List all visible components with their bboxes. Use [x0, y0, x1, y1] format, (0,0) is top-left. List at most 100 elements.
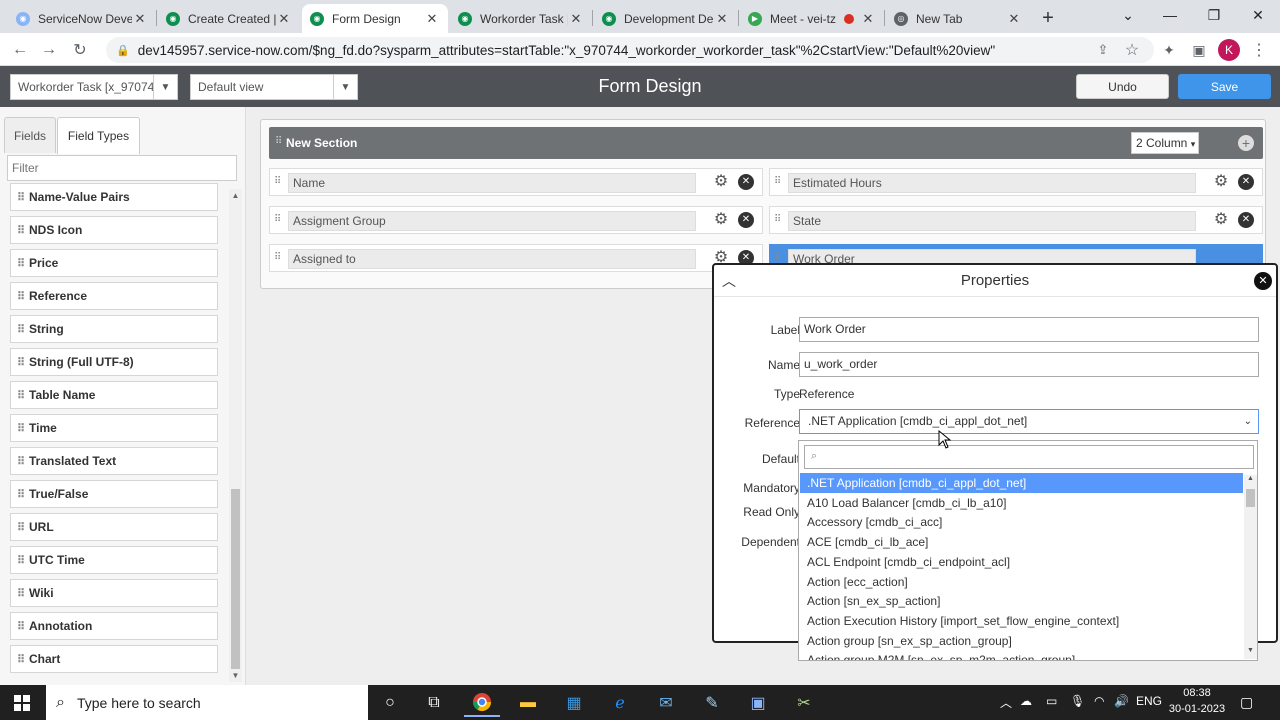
extensions-puzzle-icon[interactable]: ✦ — [1158, 39, 1180, 61]
network-status-icon[interactable]: ☁ — [1020, 694, 1032, 708]
table-select[interactable]: Workorder Task [x_970744 ▼ — [10, 74, 178, 100]
field-type-item[interactable]: ⠿ Translated Text — [10, 447, 218, 475]
close-tab-icon[interactable]: ✕ — [714, 11, 730, 27]
save-button[interactable]: Save — [1178, 74, 1271, 99]
browser-tab[interactable]: ◉ ServiceNow Deve ✕ — [8, 4, 156, 33]
drag-handle-icon[interactable]: ⠿ — [274, 214, 281, 225]
taskbar-search-box[interactable]: ⌕ Type here to search — [46, 685, 368, 720]
notepad-icon[interactable]: ✎ — [694, 689, 730, 717]
edge-icon[interactable]: ℯ — [602, 689, 638, 717]
store-icon[interactable]: ▦ — [556, 689, 592, 717]
field-type-item[interactable]: ⠿ Name-Value Pairs — [10, 183, 218, 211]
notifications-icon[interactable]: ▢ — [1240, 694, 1253, 711]
scroll-down-icon[interactable]: ▼ — [1244, 647, 1257, 659]
browser-tab[interactable]: ◎ New Tab ✕ — [886, 4, 1030, 33]
field-type-item[interactable]: ⠿ True/False — [10, 480, 218, 508]
close-tab-icon[interactable]: ✕ — [276, 11, 292, 27]
dropdown-option[interactable]: A10 Load Balancer [cmdb_ci_lb_a10] — [800, 493, 1243, 513]
dropdown-option[interactable]: Action group [sn_ex_sp_action_group] — [800, 631, 1243, 651]
snip-tool-icon[interactable]: ✂ — [786, 689, 822, 717]
tab-fields[interactable]: Fields — [4, 117, 56, 153]
language-indicator[interactable]: ENG — [1136, 694, 1162, 708]
chrome-menu-icon[interactable]: ⋮ — [1248, 39, 1270, 61]
remove-field-icon[interactable]: ✕ — [1238, 174, 1254, 190]
dropdown-scrollbar[interactable]: ▲ ▼ — [1244, 475, 1257, 659]
mail-icon[interactable]: ✉ — [648, 689, 684, 717]
drag-handle-icon[interactable]: ⠿ — [774, 176, 781, 187]
close-tab-icon[interactable]: ✕ — [568, 11, 584, 27]
drag-handle-icon[interactable]: ⠿ — [274, 176, 281, 187]
field-type-item[interactable]: ⠿ Chart — [10, 645, 218, 673]
filter-input[interactable] — [7, 155, 237, 181]
field-type-item[interactable]: ⠿ UTC Time — [10, 546, 218, 574]
collapse-chevron-up-icon[interactable]: ︿ — [722, 271, 736, 291]
close-window-button[interactable]: ✕ — [1236, 0, 1280, 30]
field-type-item[interactable]: ⠿ Wiki — [10, 579, 218, 607]
field-type-item[interactable]: ⠿ Time — [10, 414, 218, 442]
scrollbar-thumb[interactable] — [1246, 489, 1255, 507]
side-panel-icon[interactable]: ▣ — [1188, 39, 1210, 61]
browser-tab-active[interactable]: ◉ Form Design ✕ — [302, 4, 448, 33]
microphone-icon[interactable]: 🎙 — [1070, 694, 1085, 708]
battery-icon[interactable]: ▭ — [1046, 694, 1057, 708]
section-header[interactable]: ⠿ New Section 2 Column ▾ + — [269, 127, 1263, 159]
field-type-item[interactable]: ⠿ String — [10, 315, 218, 343]
field-type-item[interactable]: ⠿ NDS Icon — [10, 216, 218, 244]
file-explorer-icon[interactable]: ▬ — [510, 689, 546, 717]
close-tab-icon[interactable]: ✕ — [132, 11, 148, 27]
camera-app-icon[interactable]: ▣ — [740, 689, 776, 717]
tab-field-types[interactable]: Field Types — [57, 117, 140, 154]
remove-field-icon[interactable]: ✕ — [1238, 212, 1254, 228]
forward-arrow-icon[interactable]: → — [38, 39, 60, 61]
form-field[interactable]: ⠿ State ⚙ ✕ — [769, 206, 1263, 234]
reference-select[interactable]: .NET Application [cmdb_ci_appl_dot_net] … — [799, 409, 1259, 434]
chrome-taskbar-icon[interactable] — [464, 689, 500, 717]
field-type-item[interactable]: ⠿ Price — [10, 249, 218, 277]
gear-icon[interactable]: ⚙ — [712, 211, 730, 229]
bookmark-star-icon[interactable]: ☆ — [1121, 39, 1143, 61]
gear-icon[interactable]: ⚙ — [1212, 211, 1230, 229]
form-field[interactable]: ⠿ Name ⚙ ✕ — [269, 168, 763, 196]
close-tab-icon[interactable]: ✕ — [424, 11, 440, 27]
scroll-up-icon[interactable]: ▲ — [1244, 475, 1257, 487]
volume-icon[interactable]: 🔊 — [1114, 694, 1129, 708]
dropdown-option[interactable]: Accessory [cmdb_ci_acc] — [800, 512, 1243, 532]
drag-handle-icon[interactable]: ⠿ — [774, 214, 781, 225]
back-arrow-icon[interactable]: ← — [9, 39, 31, 61]
add-section-icon[interactable]: + — [1238, 135, 1254, 151]
field-type-item[interactable]: ⠿ Annotation — [10, 612, 218, 640]
wifi-icon[interactable]: ◠ — [1094, 694, 1104, 708]
field-type-item[interactable]: ⠿ Table Name — [10, 381, 218, 409]
dropdown-option[interactable]: ACL Endpoint [cmdb_ci_endpoint_acl] — [800, 552, 1243, 572]
scroll-up-icon[interactable]: ▲ — [229, 189, 242, 203]
browser-tab[interactable]: ▶ Meet - vei-tz ✕ — [740, 4, 884, 33]
drag-handle-icon[interactable]: ⠿ — [774, 252, 781, 263]
dropdown-option[interactable]: Action group M2M [sn_ex_sp_m2m_action_gr… — [800, 650, 1243, 660]
gear-icon[interactable]: ⚙ — [712, 173, 730, 191]
form-field[interactable]: ⠿ Assigned to ⚙ ✕ — [269, 244, 763, 272]
field-type-item[interactable]: ⠿ Reference — [10, 282, 218, 310]
browser-tab[interactable]: ◉ Workorder Task | ✕ — [450, 4, 592, 33]
browser-tab[interactable]: ◉ Create Created | ✕ — [158, 4, 300, 33]
clock-date[interactable]: 30-01-2023 — [1168, 703, 1226, 715]
task-view-icon[interactable]: ⧉ — [416, 689, 452, 717]
panel-scrollbar[interactable]: ▲ — [229, 189, 242, 682]
view-select[interactable]: Default view ▼ — [190, 74, 358, 100]
dropdown-option[interactable]: ACE [cmdb_ci_lb_ace] — [800, 532, 1243, 552]
form-field[interactable]: ⠿ Assigment Group ⚙ ✕ — [269, 206, 763, 234]
name-input[interactable]: u_work_order — [799, 352, 1259, 377]
dropdown-option-selected[interactable]: .NET Application [cmdb_ci_appl_dot_net] — [800, 473, 1243, 493]
profile-avatar[interactable]: K — [1218, 39, 1240, 61]
remove-field-icon[interactable]: ✕ — [738, 212, 754, 228]
field-type-item[interactable]: ⠿ String (Full UTF-8) — [10, 348, 218, 376]
browser-tab[interactable]: ◉ Development De ✕ — [594, 4, 738, 33]
minimize-button[interactable]: — — [1148, 0, 1192, 30]
form-field[interactable]: ⠿ Estimated Hours ⚙ ✕ — [769, 168, 1263, 196]
undo-button[interactable]: Undo — [1076, 74, 1169, 99]
dropdown-option[interactable]: Action Execution History [import_set_flo… — [800, 611, 1243, 631]
drag-handle-icon[interactable]: ⠿ — [275, 136, 282, 147]
tab-search-chevron-icon[interactable]: ⌄ — [1106, 0, 1150, 30]
gear-icon[interactable]: ⚙ — [1212, 173, 1230, 191]
url-field[interactable]: 🔒 dev145957.service-now.com/$ng_fd.do?sy… — [106, 37, 1154, 63]
close-properties-icon[interactable]: ✕ — [1254, 272, 1272, 290]
